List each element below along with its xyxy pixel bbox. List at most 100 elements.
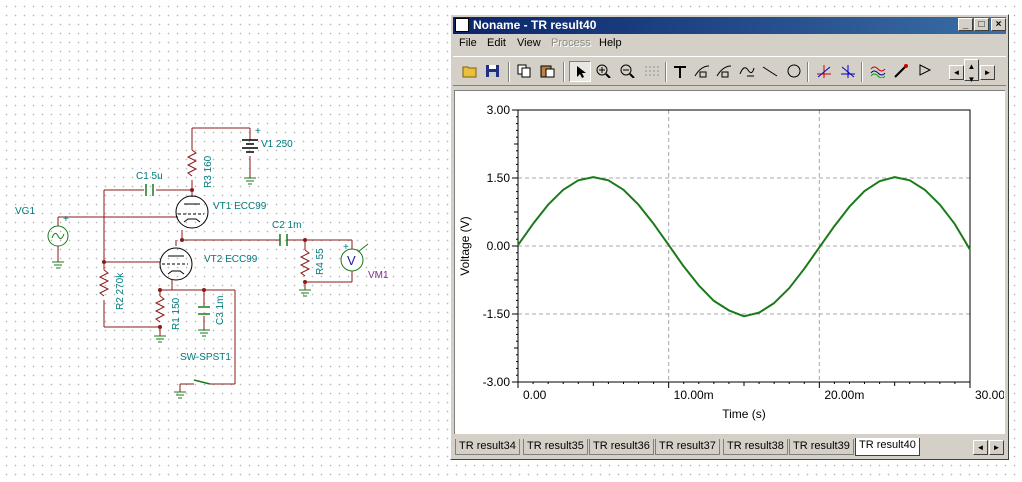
series-point <box>713 300 715 302</box>
svg-text:V: V <box>347 253 356 268</box>
r1-label: R1 150 <box>171 297 182 330</box>
x-tick-label: 20.00m <box>824 388 864 402</box>
cursor-b-icon[interactable] <box>713 61 735 82</box>
vg1-label: VG1 <box>15 206 35 217</box>
result-tab-bar: TR result34 TR result35 TR result36 TR r… <box>453 438 1006 458</box>
series-point <box>668 244 670 246</box>
series-point <box>743 315 745 317</box>
paste-icon[interactable] <box>537 61 559 82</box>
marker-a-icon[interactable] <box>813 61 835 82</box>
pointer-icon[interactable] <box>569 61 591 82</box>
tab-scroll-left-button[interactable]: ◄ <box>973 440 988 455</box>
y-tick-label: 1.50 <box>487 171 511 185</box>
circle-icon[interactable] <box>783 61 805 82</box>
marker-b-icon[interactable] <box>837 61 859 82</box>
tab-tr-result36[interactable]: TR result36 <box>589 439 654 455</box>
c1-label: C1 5u <box>136 171 163 182</box>
x-axis-title: Time (s) <box>722 407 766 421</box>
series-line[interactable] <box>517 176 971 318</box>
series-point <box>532 223 534 225</box>
zoom-100-icon[interactable] <box>617 61 639 82</box>
minimize-button[interactable]: _ <box>958 18 973 31</box>
tab-tr-result40[interactable]: TR result40 <box>855 438 920 456</box>
y-tick-label: 0.00 <box>487 239 511 253</box>
series-point <box>848 205 851 208</box>
tab-tr-result34[interactable]: TR result34 <box>455 439 520 455</box>
menu-file[interactable]: File <box>459 37 477 49</box>
line-icon[interactable] <box>759 61 781 82</box>
series-point <box>683 265 685 267</box>
switch-label: SW-SPST1 <box>180 352 231 363</box>
cursor-a-icon[interactable] <box>691 61 713 82</box>
x-tick-label: 0.00 <box>523 388 547 402</box>
probe-icon[interactable] <box>890 61 912 82</box>
series-point <box>894 176 896 178</box>
series-point <box>818 246 820 248</box>
zoom-in-icon[interactable] <box>593 61 615 82</box>
r3-label: R3 160 <box>203 155 214 188</box>
svg-text:+: + <box>255 126 261 137</box>
menu-bar: File Edit View Process Help <box>453 35 1006 53</box>
svg-text:+: + <box>343 242 349 253</box>
series-point <box>577 179 579 181</box>
tab-tr-result35[interactable]: TR result35 <box>523 439 588 455</box>
transient-chart[interactable]: 0.00 10.00m 20.00m 30.00m 3.00 1.50 0.00 -1.50 -… <box>455 91 1015 433</box>
r4-label: R4 55 <box>315 248 326 275</box>
svg-text:+: + <box>63 214 69 225</box>
series-point <box>698 284 700 287</box>
save-icon[interactable] <box>482 61 504 82</box>
menu-edit[interactable]: Edit <box>487 37 506 49</box>
tr-result-window: Noname - TR result40 _ □ × File Edit Vie… <box>450 14 1015 460</box>
vt2-label: VT2 ECC99 <box>204 254 258 265</box>
maximize-button[interactable]: □ <box>974 18 989 31</box>
series-point <box>653 223 655 225</box>
open-folder-icon[interactable] <box>459 61 481 82</box>
series-point <box>592 176 594 178</box>
curve-icon[interactable] <box>736 61 758 82</box>
tab-tr-result37[interactable]: TR result37 <box>655 439 720 455</box>
menu-help[interactable]: Help <box>599 37 622 49</box>
x-tick-label: 30.00m <box>975 388 1004 402</box>
waveform-icon[interactable] <box>867 61 889 82</box>
series-point <box>773 302 775 304</box>
y-tick-label: -1.50 <box>483 307 511 321</box>
menu-process[interactable]: Process <box>551 37 591 49</box>
toolbar-spin-button[interactable]: ▲ ▼ <box>964 59 979 84</box>
series-point <box>637 204 640 206</box>
x-tick-label: 10.00m <box>674 388 714 402</box>
v1-label: V1 250 <box>261 139 293 150</box>
menu-view[interactable]: View <box>517 37 541 49</box>
tab-tr-result39[interactable]: TR result39 <box>789 439 854 455</box>
vt1-label: VT1 ECC99 <box>213 201 267 212</box>
y-tick-label: -3.00 <box>483 375 511 389</box>
close-button[interactable]: × <box>991 18 1006 31</box>
vt1-tube-symbol[interactable] <box>175 195 209 229</box>
series-point <box>954 223 956 225</box>
toolbar-scroll-left-button[interactable]: ◄ <box>949 65 964 80</box>
text-icon[interactable] <box>669 61 691 82</box>
flag-icon[interactable] <box>914 61 936 82</box>
vt2-tube-symbol[interactable] <box>159 247 193 281</box>
series-point <box>758 312 760 314</box>
grid-icon[interactable] <box>641 61 663 82</box>
series-point <box>924 189 926 191</box>
c3-label: C3 1m <box>215 296 226 325</box>
series-point <box>969 249 971 251</box>
series-point <box>833 225 835 227</box>
r2-label: R2 270k <box>115 272 126 310</box>
copy-icon[interactable] <box>514 61 536 82</box>
series-point <box>547 204 549 206</box>
y-tick-label: 3.00 <box>487 103 511 117</box>
toolbar-scroll-right-button[interactable]: ► <box>980 65 995 80</box>
circuit-schematic: V + + + VG1 C1 5u R3 160 V1 250 VT1 ECC9… <box>15 126 389 399</box>
series-point <box>517 244 519 246</box>
vm1-label: VM1 <box>368 270 389 281</box>
tab-scroll-right-button[interactable]: ► <box>989 440 1004 455</box>
series-point <box>939 204 941 206</box>
series-point <box>909 179 911 181</box>
series-point <box>562 189 564 191</box>
plot-area[interactable]: 0.00 10.00m 20.00m 30.00m 3.00 1.50 0.00 -1.50 -… <box>454 90 1015 434</box>
series-point <box>622 189 625 191</box>
tab-tr-result38[interactable]: TR result38 <box>723 439 788 455</box>
title-bar[interactable]: Noname - TR result40 _ □ × <box>453 17 1006 34</box>
